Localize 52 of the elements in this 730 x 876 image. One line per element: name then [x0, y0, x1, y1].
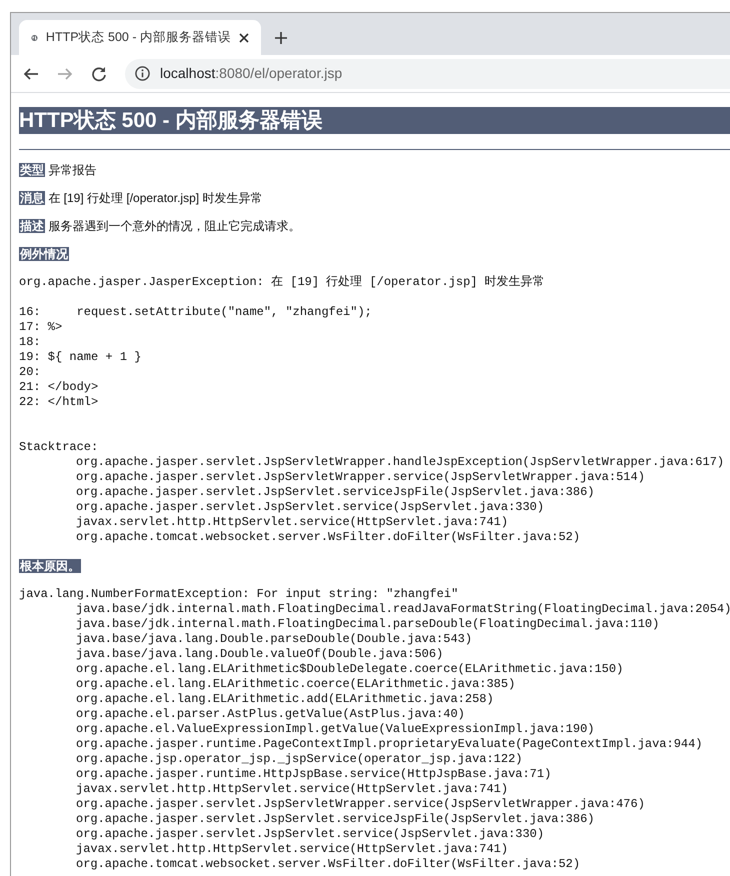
- field-label: 描述: [19, 219, 45, 233]
- stack-frame: org.apache.jasper.servlet.JspServletWrapper.service(JspServletWrapper.java:476): [76, 797, 645, 811]
- page-heading: HTTP状态 500 - 内部服务器错误: [19, 107, 730, 134]
- close-icon[interactable]: [239, 32, 249, 42]
- stack-frame: java.base/java.lang.Double.parseDouble(Double.java:543): [76, 632, 472, 646]
- stack-frame: org.apache.tomcat.websocket.server.WsFilter.doFilter(WsFilter.java:52): [76, 857, 580, 871]
- stack-frame: org.apache.jasper.servlet.JspServlet.service(JspServlet.java:330): [76, 827, 544, 841]
- code-line: 19: ${ name + 1 }: [19, 350, 142, 365]
- field-label: 根本原因。: [19, 559, 81, 573]
- stack-frame: org.apache.el.lang.ELArithmetic$DoubleDelegate.coerce(ELArithmetic.java:150): [76, 662, 624, 676]
- code-line: 17: %>: [19, 320, 62, 335]
- browser-tab[interactable]: HTTP状态 500 - 内部服务器错误: [19, 20, 261, 55]
- stack-frame: org.apache.jasper.servlet.JspServletWrapper.handleJspException(JspServletWrapper.java:617): [76, 455, 724, 469]
- back-arrow-icon[interactable]: [23, 66, 39, 82]
- stack-frame: org.apache.jasper.runtime.PageContextImpl.proprietaryEvaluate(PageContextImpl.java:944): [76, 737, 703, 751]
- stack-frame: org.apache.jasper.servlet.JspServlet.serviceJspFile(JspServlet.java:386): [76, 485, 594, 499]
- url-text: localhost:8080/el/operator.jsp: [160, 64, 342, 83]
- stack-frame: java.base/java.lang.Double.valueOf(Double.java:506): [76, 647, 444, 661]
- stack-frame: org.apache.tomcat.websocket.server.WsFilter.doFilter(WsFilter.java:52): [76, 530, 580, 544]
- stack-frame: java.base/jdk.internal.math.FloatingDecimal.parseDouble(FloatingDecimal.java:110): [76, 617, 660, 631]
- field-value: 服务器遇到一个意外的情况，阻止它完成请求。: [48, 219, 300, 233]
- root-cause-message: java.lang.NumberFormatException: For input string: "zhangfei": [19, 587, 458, 602]
- stack-frame: javax.servlet.http.HttpServlet.service(HttpServlet.java:741): [76, 782, 508, 796]
- stack-frame: org.apache.jasper.runtime.HttpJspBase.service(HttpJspBase.java:71): [76, 767, 552, 781]
- stack-frame: java.base/jdk.internal.math.FloatingDecimal.readJavaFormatString(FloatingDecimal.java:2054): [76, 602, 730, 616]
- field-label: 例外情况: [19, 247, 69, 261]
- code-line: 20:: [19, 365, 42, 380]
- info-icon: [135, 66, 150, 81]
- code-line: 22: </html>: [19, 395, 98, 410]
- stack-frame: org.apache.jasper.servlet.JspServlet.service(JspServlet.java:330): [76, 500, 544, 514]
- stack-frame: org.apache.el.ValueExpressionImpl.getValue(ValueExpressionImpl.java:190): [76, 722, 594, 736]
- address-bar[interactable]: localhost:8080/el/operator.jsp: [125, 58, 730, 88]
- stacktrace-label: Stacktrace:: [19, 440, 98, 455]
- stack-frame: org.apache.jasper.servlet.JspServlet.serviceJspFile(JspServlet.java:386): [76, 812, 594, 826]
- stack-frame: org.apache.el.lang.ELArithmetic.coerce(ELArithmetic.java:385): [76, 677, 516, 691]
- stack-frame: org.apache.el.lang.ELArithmetic.add(ELArithmetic.java:258): [76, 692, 494, 706]
- new-tab-icon[interactable]: [275, 32, 287, 44]
- exception-message: org.apache.jasper.JasperException: 在 [19] 行处理 [/operator.jsp] 时发生异常: [19, 275, 545, 290]
- field-label: 消息: [19, 191, 45, 205]
- field-label: 类型: [19, 163, 45, 177]
- code-line: 21: </body>: [19, 380, 98, 395]
- stack-frame: javax.servlet.http.HttpServlet.service(HttpServlet.java:741): [76, 842, 508, 856]
- code-line: 18:: [19, 335, 42, 350]
- reload-icon[interactable]: [91, 66, 107, 82]
- stack-frame: org.apache.el.parser.AstPlus.getValue(AstPlus.java:40): [76, 707, 465, 721]
- field-value: 异常报告: [48, 163, 96, 177]
- stack-frame: org.apache.jsp.operator_jsp._jspService(operator_jsp.java:122): [76, 752, 522, 766]
- tab-title: HTTP状态 500 - 内部服务器错误: [46, 29, 231, 46]
- stack-frame: javax.servlet.http.HttpServlet.service(HttpServlet.java:741): [76, 515, 508, 529]
- field-value: 在 [19] 行处理 [/operator.jsp] 时发生异常: [48, 191, 262, 205]
- code-line: 16: request.setAttribute("name", "zhangfei");: [19, 305, 372, 320]
- stack-frame: org.apache.jasper.servlet.JspServletWrapper.service(JspServletWrapper.java:514): [76, 470, 645, 484]
